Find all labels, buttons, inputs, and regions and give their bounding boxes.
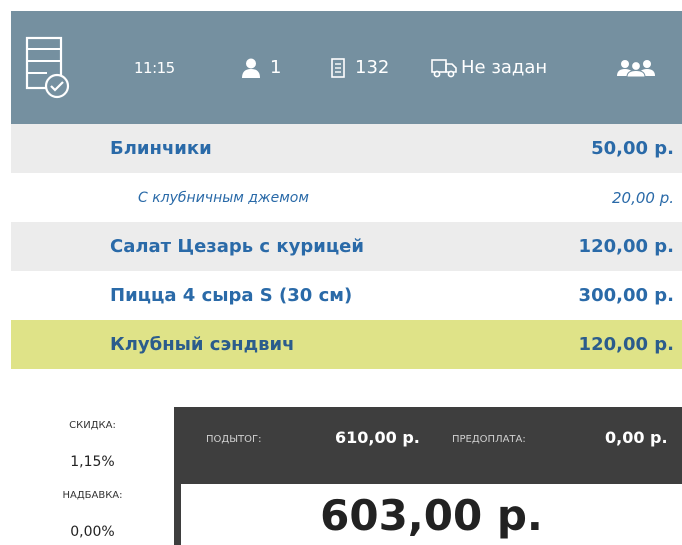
- order-header: 11:15 1 132 Не задан: [11, 11, 682, 124]
- delivery-button[interactable]: Не задан: [431, 11, 547, 124]
- item-price: 50,00 р.: [591, 138, 674, 159]
- item-name: Клубный сэндвич: [110, 334, 295, 355]
- item-name: Салат Цезарь с курицей: [110, 236, 364, 257]
- team-button[interactable]: [617, 11, 655, 124]
- total-amount: 603,00 р.: [320, 491, 543, 540]
- prepay-value: 0,00 р.: [605, 428, 668, 447]
- surcharge-label: НАДБАВКА:: [62, 490, 123, 501]
- order-item-row[interactable]: Салат Цезарь с курицей 120,00 р.: [11, 222, 682, 271]
- prepay-label: ПРЕДОПЛАТА:: [452, 434, 526, 445]
- check-number[interactable]: 132: [331, 11, 389, 124]
- delivery-truck-icon: [431, 58, 457, 77]
- time-text: 11:15: [134, 58, 175, 77]
- guests-count: 1: [270, 57, 282, 78]
- discount-label: СКИДКА:: [69, 420, 116, 431]
- order-list-check-icon[interactable]: [25, 36, 73, 102]
- total-panel[interactable]: 603,00 р.: [181, 484, 682, 545]
- item-name: Пицца 4 сыра S (30 см): [110, 285, 353, 306]
- discount-value: 1,15%: [70, 454, 115, 470]
- time-display: 11:15: [134, 11, 175, 124]
- order-item-row[interactable]: Блинчики 50,00 р.: [11, 124, 682, 173]
- order-summary: СКИДКА: 1,15% НАДБАВКА: 0,00% ПОДЫТОГ: 6…: [11, 407, 682, 545]
- receipt-icon: [331, 57, 345, 78]
- group-icon: [617, 59, 655, 77]
- person-icon: [242, 58, 260, 78]
- order-items-list: Блинчики 50,00 р. С клубничным джемом 20…: [11, 124, 682, 369]
- discount-panel[interactable]: СКИДКА: 1,15% НАДБАВКА: 0,00%: [11, 407, 174, 545]
- item-name: Блинчики: [110, 138, 212, 159]
- item-price: 120,00 р.: [578, 334, 674, 355]
- order-screen: 11:15 1 132 Не задан Блинчики 50,00 р. С…: [0, 0, 682, 545]
- item-price: 300,00 р.: [578, 285, 674, 306]
- subtotal-value: 610,00 р.: [335, 428, 420, 447]
- item-price: 120,00 р.: [578, 236, 674, 257]
- order-modifier-row[interactable]: С клубничным джемом 20,00 р.: [11, 173, 682, 222]
- subtotal-label: ПОДЫТОГ:: [206, 434, 262, 445]
- order-item-row[interactable]: Пицца 4 сыра S (30 см) 300,00 р.: [11, 271, 682, 320]
- modifier-name: С клубничным джемом: [138, 189, 309, 206]
- check-number-text: 132: [355, 57, 390, 78]
- guests-button[interactable]: 1: [241, 11, 281, 124]
- order-item-row-selected[interactable]: Клубный сэндвич 120,00 р.: [11, 320, 682, 369]
- surcharge-value: 0,00%: [70, 524, 115, 540]
- delivery-status: Не задан: [461, 57, 548, 78]
- modifier-price: 20,00 р.: [612, 188, 674, 207]
